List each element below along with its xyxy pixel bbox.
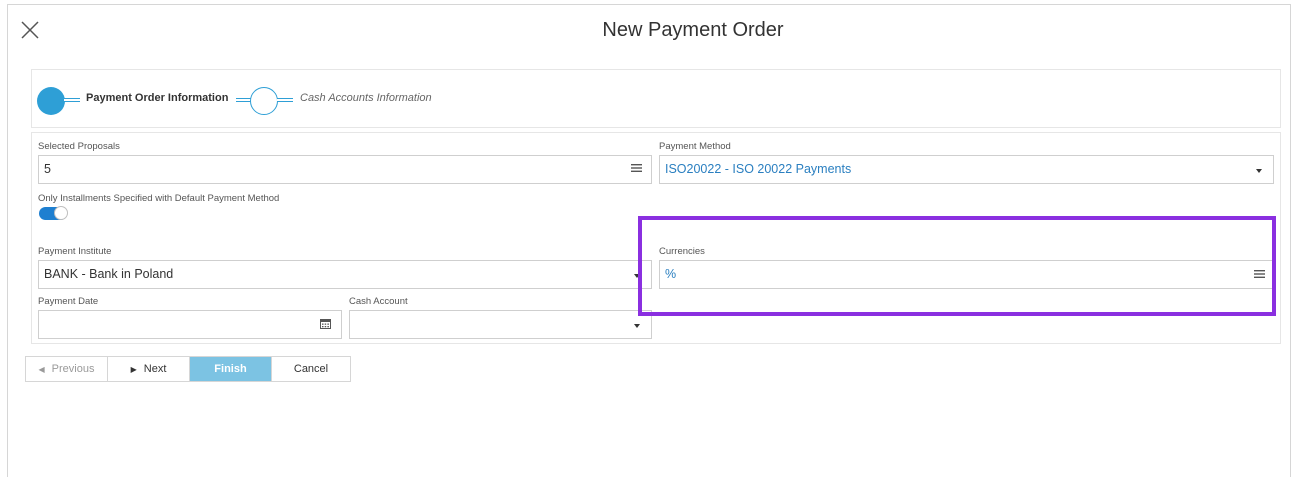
next-label: Next — [143, 363, 167, 375]
cash-account-label: Cash Account — [349, 296, 408, 307]
selected-proposals-label: Selected Proposals — [38, 141, 120, 152]
only-installments-toggle[interactable] — [39, 206, 68, 220]
toggle-knob — [54, 206, 68, 220]
currencies-label: Currencies — [659, 246, 705, 257]
list-icon[interactable] — [631, 162, 642, 176]
payment-date-field[interactable] — [38, 310, 342, 339]
selected-proposals-field[interactable]: 5 — [38, 155, 652, 184]
dialog-title: New Payment Order — [602, 19, 784, 41]
finish-button[interactable]: Finish — [190, 357, 272, 381]
payment-institute-select[interactable]: BANK - Bank in Poland — [38, 260, 652, 289]
cash-account-select[interactable] — [349, 310, 652, 339]
payment-method-select[interactable]: ISO20022 - ISO 20022 Payments — [659, 155, 1274, 184]
payment-method-label: Payment Method — [659, 141, 731, 152]
step-indicator-pending — [250, 87, 278, 115]
calendar-icon[interactable] — [320, 318, 331, 332]
step-cash-accounts-information[interactable]: Cash Accounts Information — [300, 92, 432, 104]
previous-button[interactable]: ◀ Previous — [26, 357, 108, 381]
only-installments-label: Only Installments Specified with Default… — [38, 193, 280, 204]
step-connector — [277, 98, 293, 102]
payment-institute-label: Payment Institute — [38, 246, 112, 257]
list-icon[interactable] — [1254, 268, 1265, 282]
currencies-field[interactable]: % — [659, 260, 1274, 289]
chevron-down-icon[interactable] — [634, 324, 640, 328]
wizard-button-bar: ◀ Previous ▶ Next Finish Cancel — [25, 356, 351, 382]
step-connector — [64, 98, 80, 102]
previous-label: Previous — [51, 363, 95, 375]
chevron-down-icon[interactable] — [634, 274, 640, 278]
payment-date-label: Payment Date — [38, 296, 99, 307]
cancel-button[interactable]: Cancel — [272, 357, 350, 381]
step-payment-order-information[interactable]: Payment Order Information — [86, 92, 228, 104]
next-button[interactable]: ▶ Next — [108, 357, 190, 381]
caret-left-icon: ◀ — [38, 364, 45, 374]
caret-right-icon: ▶ — [130, 364, 137, 374]
step-indicator-active — [37, 87, 65, 115]
chevron-down-icon[interactable] — [1256, 169, 1262, 173]
